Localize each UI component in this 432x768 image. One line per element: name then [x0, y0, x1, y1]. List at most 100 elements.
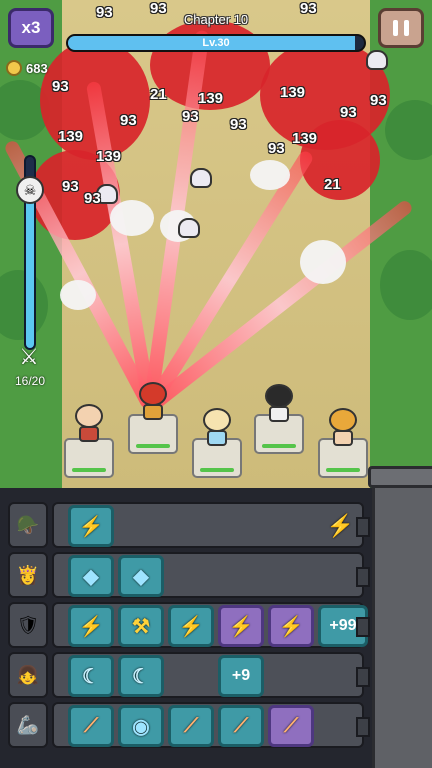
- boss-skull-icon: ☠: [16, 176, 44, 204]
- level-progress-bar: Lv.30: [66, 34, 366, 52]
- bat-icon: ⟋: [184, 714, 198, 737]
- hero-portrait-viking-2[interactable]: 🛡: [8, 602, 48, 648]
- wave-counter: 16/20: [14, 374, 46, 388]
- hit-cloud: [250, 160, 290, 190]
- item-slot[interactable]: ◉: [118, 705, 164, 747]
- crossed-swords-icon: ⚔: [19, 344, 39, 369]
- item-lane: ⚡ ⚒ ⚡ ⚡ ⚡ +99: [52, 602, 370, 648]
- crystal-icon: ◆: [133, 565, 149, 588]
- bat-icon: ⟋: [284, 714, 298, 737]
- hero-body: [79, 426, 99, 442]
- skull-icon: [366, 50, 388, 70]
- extra-count-slot[interactable]: +9: [218, 655, 264, 697]
- hero-body: [269, 406, 289, 422]
- hero-viking[interactable]: [71, 404, 107, 444]
- item-slot[interactable]: ⟋: [218, 705, 264, 747]
- bat-orb-icon: ◉: [132, 715, 150, 738]
- damage-number: 93: [268, 140, 285, 157]
- hero-hp-bar: [326, 468, 360, 472]
- item-slot[interactable]: ☾: [118, 655, 164, 697]
- damage-number: 93: [230, 116, 247, 133]
- damage-number: 21: [150, 86, 167, 103]
- hero-hp-bar: [72, 468, 106, 472]
- bolt-icon: ⚡: [228, 615, 254, 638]
- hero-hp-bar: [136, 444, 170, 448]
- sickle-icon: ☾: [82, 665, 100, 688]
- item-lane: ◆ ◆: [52, 552, 370, 598]
- bolt-icon: ⚡: [78, 615, 104, 638]
- hero-body: [143, 404, 163, 420]
- item-slot[interactable]: ◆: [118, 555, 164, 597]
- damage-number: 21: [324, 176, 341, 193]
- inventory-row-dark-hair-girl: 👧 ☾ ☾ +9: [8, 652, 370, 698]
- damage-number: 93: [370, 92, 387, 109]
- item-slot-rare[interactable]: ⟋: [268, 705, 314, 747]
- coin-amount: 683: [26, 60, 48, 76]
- damage-number: 93: [182, 108, 199, 125]
- bolt-coin-icon: ⚡: [78, 515, 104, 538]
- item-slot-rare[interactable]: ⚡: [268, 605, 314, 647]
- hit-cloud: [60, 280, 96, 310]
- item-slot[interactable]: ⚡: [68, 505, 114, 547]
- bush: [380, 250, 432, 320]
- coin-icon: [6, 60, 22, 76]
- skull-icon: [178, 218, 200, 238]
- hero-ice-princess[interactable]: [199, 408, 235, 448]
- inventory-row-iron-knight: 🦾 ⟋ ◉ ⟋ ⟋ ⟋: [8, 702, 370, 748]
- level-label: Lv.30: [202, 37, 230, 49]
- coin-counter: 683: [6, 60, 48, 76]
- item-slot[interactable]: ◆: [68, 555, 114, 597]
- hero-wizard[interactable]: [325, 408, 361, 448]
- damage-number: 139: [198, 90, 224, 107]
- extra-count-slot[interactable]: +99: [318, 605, 368, 647]
- hero-body: [333, 430, 353, 446]
- item-slot[interactable]: ⚡: [68, 605, 114, 647]
- hit-cloud: [110, 200, 154, 236]
- chapter-title: Chapter 10: [183, 12, 249, 27]
- damage-number: 139: [58, 128, 84, 145]
- hero-portrait-dark-hair-girl[interactable]: 👧: [8, 652, 48, 698]
- inventory-row-ice-princess: 👸 ◆ ◆: [8, 552, 370, 598]
- wave-progress-fill: [26, 195, 34, 348]
- hero-dark-hair-girl[interactable]: [261, 384, 297, 424]
- hero-hp-bar: [262, 444, 296, 448]
- item-slot[interactable]: ☾: [68, 655, 114, 697]
- inventory-row-viking: 🪖 ⚡ ⚡: [8, 502, 370, 548]
- bat-icon: ⟋: [234, 714, 248, 737]
- bolt-icon: ⚡: [326, 513, 354, 538]
- crystal-icon: ◆: [83, 565, 99, 588]
- damage-number: 139: [280, 84, 306, 101]
- damage-number: 93: [120, 112, 137, 129]
- hero-body: [207, 430, 227, 446]
- hero-head: [265, 384, 293, 408]
- item-slot[interactable]: ⟋: [168, 705, 214, 747]
- side-tower-cap: [368, 466, 432, 488]
- hero-head: [329, 408, 357, 432]
- damage-number: 139: [96, 148, 122, 165]
- hit-cloud: [300, 240, 346, 284]
- hero-portrait-iron-knight[interactable]: 🦾: [8, 702, 48, 748]
- item-lane: ⟋ ◉ ⟋ ⟋ ⟋: [52, 702, 370, 748]
- hero-pedestal: [64, 438, 114, 478]
- hero-portrait-viking[interactable]: 🪖: [8, 502, 48, 548]
- hero-head: [139, 382, 167, 406]
- item-slot-rare[interactable]: ⚡: [218, 605, 264, 647]
- hero-iron-knight[interactable]: [135, 382, 171, 422]
- damage-number: 93: [84, 190, 101, 207]
- item-lane: ⚡ ⚡: [52, 502, 370, 548]
- skull-icon: [190, 168, 212, 188]
- hammer-bolt-icon: ⚒: [132, 615, 150, 638]
- bolt-icon: ⚡: [178, 615, 204, 638]
- damage-number: 139: [292, 130, 318, 147]
- hero-head: [203, 408, 231, 432]
- damage-number: 93: [52, 78, 69, 95]
- item-slot[interactable]: ⚒: [118, 605, 164, 647]
- item-slot[interactable]: ⟋: [68, 705, 114, 747]
- damage-number: 93: [62, 178, 79, 195]
- item-lane: ☾ ☾ +9: [52, 652, 370, 698]
- item-slot[interactable]: ⚡: [168, 605, 214, 647]
- bat-icon: ⟋: [84, 714, 98, 737]
- inventory-row-viking-2: 🛡 ⚡ ⚒ ⚡ ⚡ ⚡ +99: [8, 602, 370, 648]
- hero-hp-bar: [200, 468, 234, 472]
- hero-portrait-ice-princess[interactable]: 👸: [8, 552, 48, 598]
